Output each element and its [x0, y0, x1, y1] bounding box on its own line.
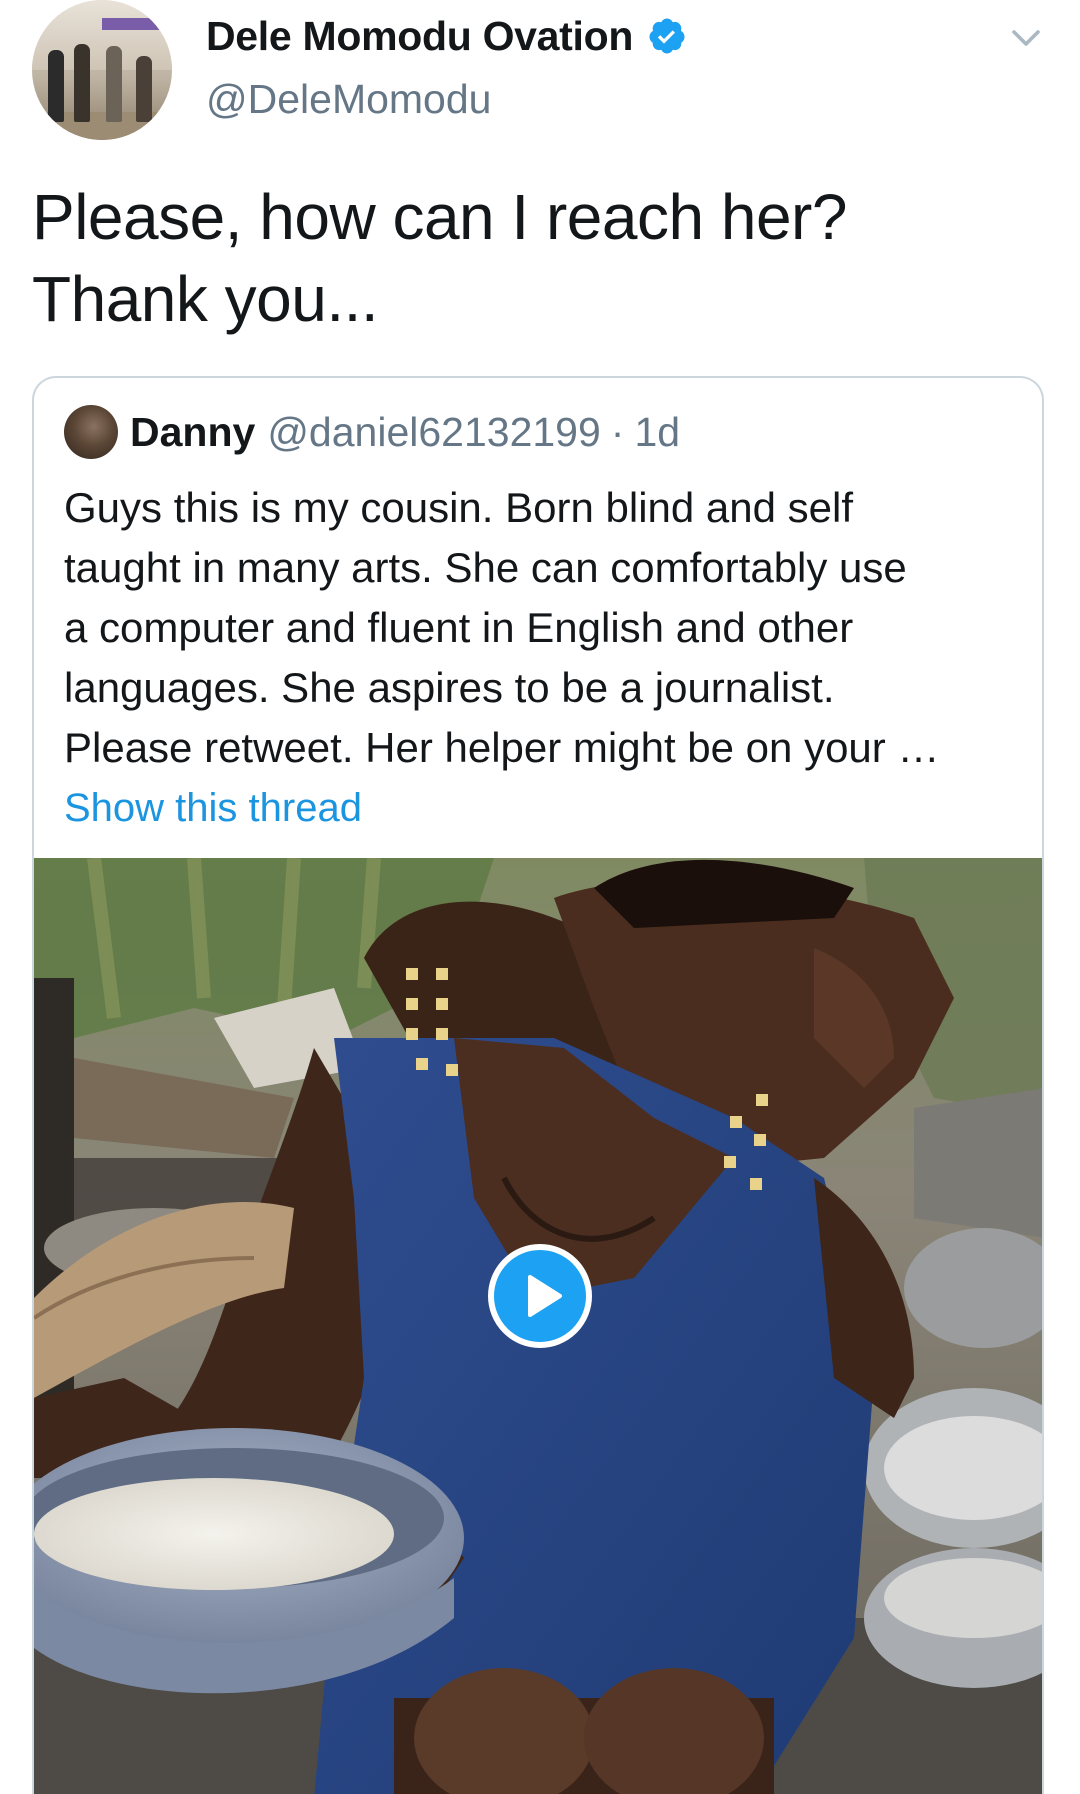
video-thumbnail[interactable] [34, 858, 1042, 1794]
author-display-name[interactable]: Dele Momodu Ovation [206, 13, 633, 60]
quoted-body-line: Please retweet. Her helper might be on y… [64, 724, 940, 771]
tweet-text-line: Thank you... [32, 263, 379, 335]
tweet-text-line: Please, how can I reach her? [32, 181, 847, 253]
quoted-body-line: languages. She aspires to be a journalis… [64, 664, 835, 711]
show-thread-link[interactable]: Show this thread [64, 778, 362, 838]
avatar-figure [48, 50, 64, 122]
quoted-meta-separator: · [610, 408, 625, 455]
quoted-author-avatar [64, 405, 118, 459]
avatar-figure [106, 46, 122, 122]
chevron-down-icon[interactable] [1008, 20, 1044, 56]
quoted-author-handle: @daniel62132199 [267, 408, 601, 455]
quoted-body-line: taught in many arts. She can comfortably… [64, 544, 907, 591]
avatar-figure [136, 56, 152, 122]
quoted-tweet-header: Danny @daniel62132199 · 1d [64, 404, 680, 460]
quoted-tweet-body: Guys this is my cousin. Born blind and s… [64, 478, 1024, 778]
author-avatar[interactable] [32, 0, 172, 140]
author-handle[interactable]: @DeleMomodu [206, 76, 491, 123]
quoted-author-name: Danny [130, 408, 256, 455]
quoted-body-line: Guys this is my cousin. Born blind and s… [64, 484, 854, 531]
avatar-banner [102, 18, 160, 30]
author-name-row[interactable]: Dele Momodu Ovation [206, 8, 687, 64]
quoted-tweet-card[interactable]: Danny @daniel62132199 · 1d Guys this is … [32, 376, 1044, 1794]
tweet-header: Dele Momodu Ovation @DeleMomodu [0, 0, 1080, 150]
play-button[interactable] [488, 1244, 592, 1348]
verified-badge-icon [649, 18, 685, 54]
tweet-text: Please, how can I reach her? Thank you..… [32, 176, 1042, 340]
quoted-timestamp: 1d [634, 408, 681, 455]
quoted-body-line: a computer and fluent in English and oth… [64, 604, 854, 651]
play-icon [528, 1275, 562, 1317]
avatar-figure [74, 44, 90, 122]
